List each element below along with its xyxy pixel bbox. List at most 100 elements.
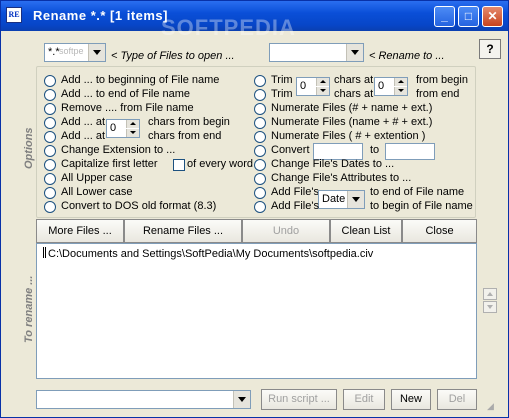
file-type-ghost: softpe [59,46,84,56]
type-of-files-label: < Type of Files to open ... [111,50,235,62]
file-list[interactable]: C:\Documents and Settings\SoftPedia\My D… [36,243,477,379]
option-suffix: chars at [334,74,374,86]
title-bar[interactable]: RE Rename *.* [1 items] SOFTPEDIA _ □ ✕ [1,1,508,40]
option-label: Add ... at [61,116,106,128]
spinner-value: 0 [110,122,117,134]
to-rename-label: To rename ... [23,275,35,343]
option-label: Add ... to beginning of File name [61,74,220,86]
spin-up-icon[interactable] [126,120,139,128]
radio-button[interactable] [254,131,266,143]
option-label: Change File's Attributes to ... [271,172,412,184]
undo-button[interactable]: Undo [242,219,330,243]
text-cursor [43,247,46,258]
radio-button[interactable] [44,159,56,171]
minimize-button[interactable]: _ [434,6,455,27]
app-icon[interactable]: RE [6,7,22,23]
spin-up-icon[interactable] [394,78,407,86]
rename-files-button[interactable]: Rename Files ... [124,219,242,243]
radio-button[interactable] [254,145,266,157]
radio-button[interactable] [254,89,266,101]
new-button[interactable]: New [391,389,431,410]
close-window-button[interactable]: ✕ [482,6,503,27]
move-down-icon[interactable] [483,301,497,313]
chars-position-spinner[interactable]: 0 [106,119,140,138]
radio-button[interactable] [254,187,266,199]
resize-grip-icon[interactable]: ◢ [487,401,501,413]
radio-button[interactable] [254,159,266,171]
chevron-down-icon[interactable] [233,391,250,408]
option-suffix: chars from end [148,130,222,142]
radio-button[interactable] [254,173,266,185]
rename-to-label: < Rename to ... [369,50,445,62]
script-combo[interactable] [36,390,251,409]
radio-button[interactable] [44,173,56,185]
spin-up-icon[interactable] [316,78,329,86]
radio-button[interactable] [44,201,56,213]
option-suffix: from begin [416,74,468,86]
option-label: All Upper case [61,172,133,184]
radio-button[interactable] [254,75,266,87]
spin-down-icon[interactable] [394,87,407,95]
option-label: Add ... to end of File name [61,88,191,100]
spinner-value: 0 [378,80,385,92]
select-value: Date [322,193,346,205]
chevron-down-icon[interactable] [88,44,105,61]
radio-button[interactable] [44,89,56,101]
option-label: All Lower case [61,186,133,198]
more-files-button[interactable]: More Files ... [36,219,124,243]
list-item[interactable]: C:\Documents and Settings\SoftPedia\My D… [43,247,373,260]
edit-button[interactable]: Edit [343,389,385,410]
spinner-value: 0 [300,80,307,92]
option-suffix: chars at [334,88,374,100]
option-label: Change Extension to ... [61,144,176,156]
watermark: SOFTPEDIA [161,15,296,40]
chevron-down-icon[interactable] [346,44,363,61]
file-attribute-select[interactable]: Date [318,190,365,209]
clean-list-button[interactable]: Clean List [330,219,402,243]
option-suffix: to [370,144,380,156]
rename-to-combo[interactable] [269,43,364,62]
option-label: Add File's [271,186,319,198]
radio-button[interactable] [44,131,56,143]
option-label: Capitalize first letter [61,158,158,170]
option-suffix: from end [416,88,460,100]
del-button[interactable]: Del [437,389,477,410]
option-label: Numerate Files (name + # + ext.) [271,116,433,128]
radio-button[interactable] [44,187,56,199]
option-label: Convert to DOS old format (8.3) [61,200,217,212]
spin-down-icon[interactable] [316,87,329,95]
option-label: Trim [271,88,293,100]
option-suffix: to end of File name [370,186,465,198]
option-label: Numerate Files ( # + extention ) [271,130,426,142]
spin-down-icon[interactable] [126,129,139,137]
checkbox-label: of every word [187,158,254,170]
maximize-button[interactable]: □ [458,6,479,27]
chevron-down-icon[interactable] [347,191,364,208]
option-label: Add File's [271,200,319,212]
trim-begin-spinner[interactable]: 0 [296,77,330,96]
option-label: Add ... at [61,130,106,142]
file-path: C:\Documents and Settings\SoftPedia\My D… [48,248,374,260]
option-label: Numerate Files (# + name + ext.) [271,102,433,114]
every-word-checkbox[interactable] [173,159,185,171]
option-label: Change File's Dates to ... [271,158,395,170]
move-up-icon[interactable] [483,288,497,300]
radio-button[interactable] [44,117,56,129]
window-title: Rename *.* [1 items] [33,8,168,23]
radio-button[interactable] [254,117,266,129]
file-type-value: *.* [48,46,60,58]
rename-window: RE Rename *.* [1 items] SOFTPEDIA _ □ ✕ … [0,0,509,418]
radio-button[interactable] [254,201,266,213]
option-label: Remove .... from File name [61,102,194,114]
radio-button[interactable] [44,103,56,115]
options-label: Options [23,127,35,169]
radio-button[interactable] [254,103,266,115]
radio-button[interactable] [44,145,56,157]
file-type-combo[interactable]: *.* softpe [44,43,106,62]
close-button[interactable]: Close [402,219,477,243]
option-label: Convert [271,144,310,156]
help-button[interactable]: ? [479,39,501,59]
trim-end-spinner[interactable]: 0 [374,77,408,96]
run-script-button[interactable]: Run script ... [261,389,337,410]
radio-button[interactable] [44,75,56,87]
